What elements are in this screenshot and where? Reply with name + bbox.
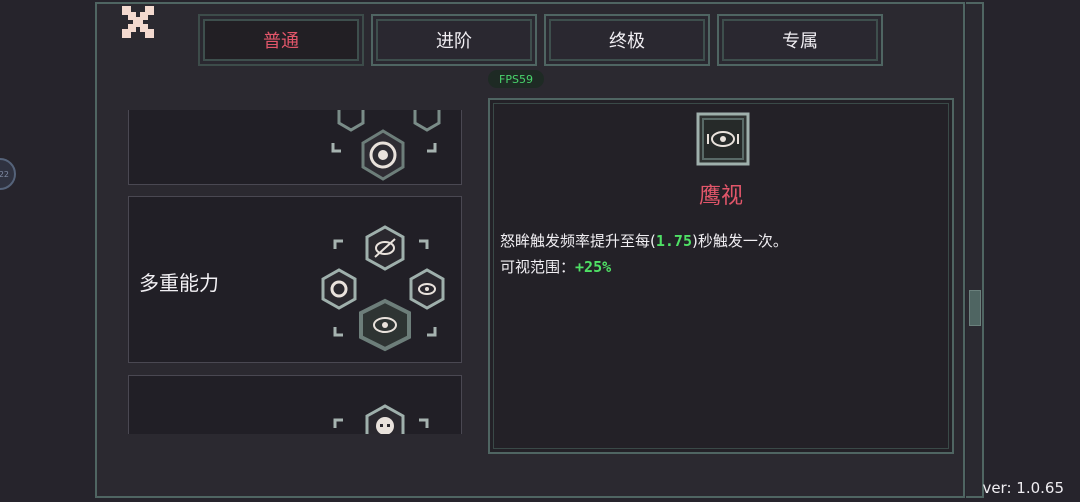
side-toggle-button[interactable]: 22 bbox=[0, 158, 16, 190]
skill-description: 怒眸触发频率提升至每(1.75)秒触发一次。 可视范围：+25% bbox=[500, 228, 788, 280]
trigger-interval-value: 1.75 bbox=[655, 232, 692, 250]
vision-range-value: +25% bbox=[575, 258, 612, 276]
tab-exclusive[interactable]: 专属 bbox=[717, 14, 883, 66]
skill-card-multi-ability[interactable]: 多重能力 bbox=[128, 196, 462, 363]
description-line-2: 可视范围：+25% bbox=[500, 258, 612, 276]
arrow-icon bbox=[333, 239, 343, 249]
skill-combo-diagram bbox=[331, 110, 441, 181]
arrow-icon bbox=[419, 239, 429, 249]
fps-counter: FPS59 bbox=[488, 70, 544, 88]
skill-detail-panel: 鹰视 怒眸触发频率提升至每(1.75)秒触发一次。 可视范围：+25% bbox=[488, 98, 954, 454]
tab-normal[interactable]: 普通 bbox=[198, 14, 364, 66]
tab-advanced[interactable]: 进阶 bbox=[371, 14, 537, 66]
side-badge: 22 bbox=[0, 169, 9, 179]
skill-combo-diagram bbox=[333, 404, 429, 434]
tab-ultimate[interactable]: 终极 bbox=[544, 14, 710, 66]
arrow-icon bbox=[427, 327, 437, 337]
close-icon[interactable] bbox=[120, 4, 156, 40]
arrow-icon bbox=[333, 327, 343, 337]
arrow-icon bbox=[331, 143, 341, 153]
scrollbar-thumb[interactable] bbox=[969, 290, 981, 326]
version-label: ver: 1.0.65 bbox=[982, 479, 1064, 497]
eye-ring-icon bbox=[321, 268, 357, 310]
arrow-icon bbox=[427, 143, 437, 153]
skill-card[interactable] bbox=[128, 110, 462, 185]
skill-list[interactable]: 多重能力 bbox=[128, 110, 464, 434]
description-line-1: 怒眸触发频率提升至每(1.75)秒触发一次。 bbox=[500, 232, 788, 250]
arrow-icon bbox=[333, 418, 343, 428]
scrollbar-track[interactable] bbox=[966, 2, 984, 498]
skill-card[interactable] bbox=[128, 375, 462, 434]
arrow-icon bbox=[419, 418, 429, 428]
hawk-eye-icon bbox=[696, 112, 750, 166]
skill-name: 鹰视 bbox=[698, 184, 743, 209]
skill-card-title: 多重能力 bbox=[139, 271, 219, 295]
skill-combo-diagram bbox=[321, 225, 445, 352]
